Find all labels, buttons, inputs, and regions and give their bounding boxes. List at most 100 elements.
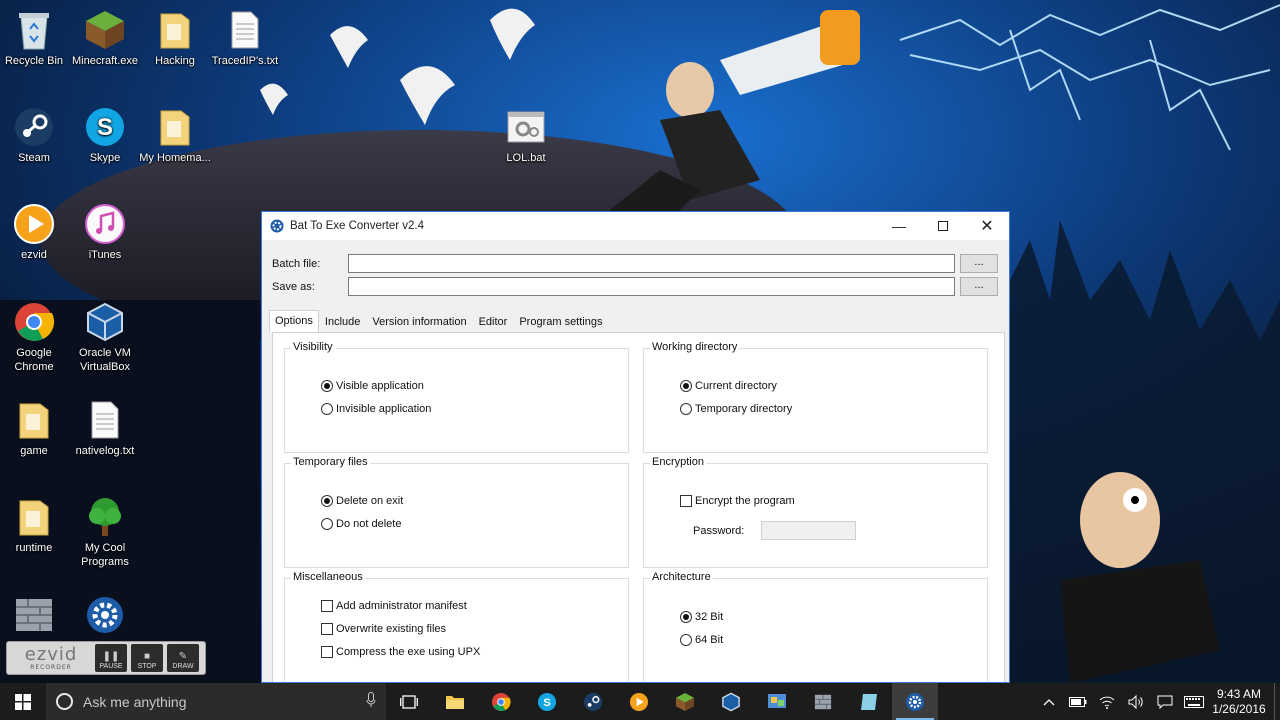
working-directory-group: Working directory Current directory Temp… [643,341,988,453]
desktop-icon-nativelog-txt[interactable]: nativelog.txt [68,398,142,458]
desktop-icon-google-chrome[interactable]: Google Chrome [0,300,71,374]
taskbar-chrome[interactable] [478,683,524,720]
keyboard-icon[interactable] [1179,683,1208,720]
desktop-icon-oracle-vm-virtualbox[interactable]: Oracle VM VirtualBox [68,300,142,374]
radio-icon [321,518,333,530]
clock[interactable]: 9:43 AM 1/26/2016 [1208,687,1270,717]
encrypt-program-checkbox[interactable]: Encrypt the program [680,495,795,507]
32-bit-radio[interactable]: 32 Bit [680,611,723,623]
current-directory-radio[interactable]: Current directory [680,380,777,392]
architecture-group-title: Architecture [650,571,713,583]
taskbar-file-explorer[interactable] [432,683,478,720]
control-panel-icon [768,693,786,708]
desktop-icon-minecraft[interactable]: Minecraft.exe [68,8,142,68]
desktop-icon-label: Skype [89,152,121,164]
draw-icon: ✎ [178,651,188,662]
desktop-icon-lol-bat[interactable]: LOL.bat [489,105,563,165]
tab-strip: Options Include Version information Edit… [269,310,608,332]
radio-label: 32 Bit [695,611,724,623]
pause-button[interactable]: ❚❚ PAUSE [95,644,127,672]
do-not-delete-radio[interactable]: Do not delete [321,518,401,530]
draw-button[interactable]: ✎ DRAW [167,644,199,672]
battery-icon[interactable] [1063,683,1092,720]
invisible-application-radio[interactable]: Invisible application [321,403,431,415]
action-center-message-icon[interactable] [1150,683,1179,720]
visible-application-radio[interactable]: Visible application [321,380,424,392]
taskbar-virtualbox[interactable] [708,683,754,720]
maximize-icon [938,221,948,231]
visibility-group-title: Visibility [291,341,335,353]
title-bar[interactable]: Bat To Exe Converter v2.4 — ✕ [262,212,1009,240]
text-file-icon [223,8,267,52]
batch-file-browse-button[interactable]: ... [960,254,998,273]
temporary-directory-radio[interactable]: Temporary directory [680,403,792,415]
brick-wall-icon [12,593,56,637]
stop-button[interactable]: ■ STOP [131,644,163,672]
working-directory-group-title: Working directory [650,341,740,353]
taskbar-bat-to-exe-converter[interactable] [892,683,938,720]
desktop-icon-game[interactable]: game [0,398,71,458]
delete-on-exit-radio[interactable]: Delete on exit [321,495,403,507]
gear-icon [270,219,284,233]
search-placeholder: Ask me anything [83,693,187,710]
bat-to-exe-converter-window: Bat To Exe Converter v2.4 — ✕ Batch file… [261,211,1010,683]
taskbar-notes-app[interactable] [846,683,892,720]
start-button[interactable] [0,683,46,720]
desktop-icon-tracedips-txt[interactable]: TracedIP's.txt [208,8,282,68]
radio-selected-icon [680,611,692,623]
batch-file-input[interactable] [348,254,955,273]
close-button[interactable]: ✕ [965,212,1009,240]
encryption-group-title: Encryption [650,456,706,468]
windows-logo-icon [15,693,31,710]
desktop-icon-hacking[interactable]: Hacking [138,8,212,68]
desktop-icon-runtime[interactable]: runtime [0,495,71,555]
desktop-icon-itunes[interactable]: iTunes [68,202,142,262]
show-hidden-icons-chevron-up-icon[interactable] [1034,683,1063,720]
tab-include[interactable]: Include [319,312,366,332]
taskbar-minecraft[interactable] [662,683,708,720]
desktop-icon-ezvid[interactable]: ezvid [0,202,71,262]
microphone-icon[interactable] [356,692,386,711]
add-administrator-manifest-checkbox[interactable]: Add administrator manifest [321,600,467,612]
desktop-icon-my-cool-programs[interactable]: My Cool Programs [68,495,142,569]
folder-icon [153,105,197,149]
desktop-icon-label: Steam [18,152,50,164]
minimize-icon: — [892,218,906,234]
radio-icon [680,634,692,646]
64-bit-radio[interactable]: 64 Bit [680,634,723,646]
ezvid-recorder-text: RECORDER [30,663,72,671]
taskbar-control-panel[interactable] [754,683,800,720]
save-as-input[interactable] [348,277,955,296]
overwrite-existing-files-checkbox[interactable]: Overwrite existing files [321,623,446,635]
task-view-button[interactable] [386,683,432,720]
compress-upx-checkbox[interactable]: Compress the exe using UPX [321,646,480,658]
wifi-icon[interactable] [1092,683,1121,720]
brick-wall-icon [814,694,832,709]
desktop-icon-skype[interactable]: S Skype [68,105,142,165]
maximize-button[interactable] [921,212,965,240]
tab-editor[interactable]: Editor [473,312,514,332]
desktop-icon-bat-to-exe[interactable] [68,593,142,639]
checkbox-label: Add administrator manifest [336,600,467,612]
desktop-icon-label: Minecraft.exe [71,55,139,67]
show-desktop-button[interactable] [1274,683,1280,720]
taskbar-steam[interactable] [570,683,616,720]
gear-icon [83,593,127,637]
save-as-browse-button[interactable]: ... [960,277,998,296]
radio-label: Current directory [695,380,777,392]
minimize-button[interactable]: — [877,212,921,240]
desktop-icon-recycle-bin[interactable]: Recycle Bin [0,8,71,68]
taskbar-brick-wall-app[interactable] [800,683,846,720]
steam-icon [12,105,56,149]
taskbar-ezvid[interactable] [616,683,662,720]
taskbar-skype[interactable]: S [524,683,570,720]
volume-icon[interactable] [1121,683,1150,720]
tab-program-settings[interactable]: Program settings [513,312,608,332]
tab-options[interactable]: Options [269,310,319,332]
tab-version-information[interactable]: Version information [366,312,472,332]
desktop-icon-label: My Homema... [139,152,211,164]
desktop-icon-steam[interactable]: Steam [0,105,71,165]
desktop-icon-wall[interactable] [0,593,71,639]
cortana-search-box[interactable]: Ask me anything [46,683,386,720]
desktop-icon-my-homemade[interactable]: My Homema... [138,105,212,165]
